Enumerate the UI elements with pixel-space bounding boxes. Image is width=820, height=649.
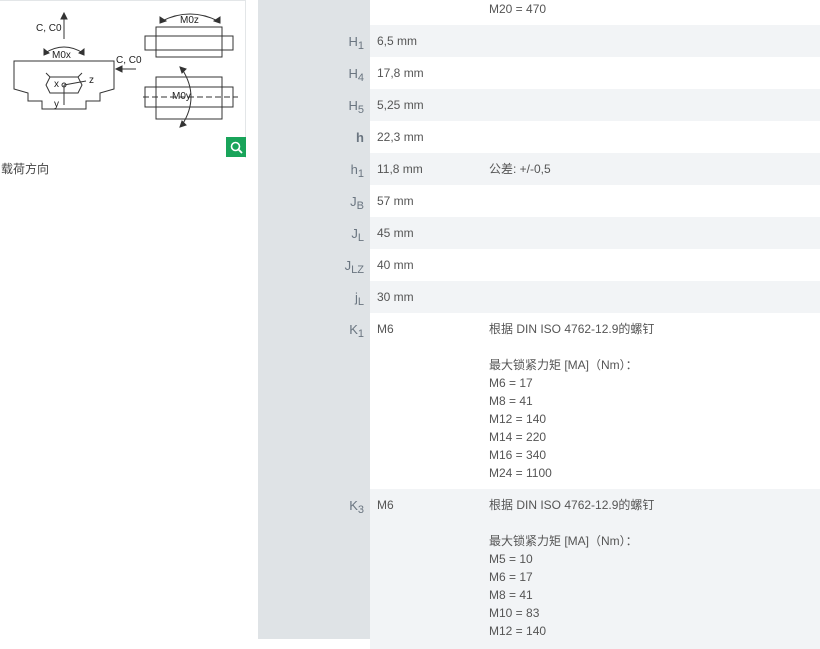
remark-line: 公差: +/-0,5: [489, 162, 551, 176]
parameter-symbol-main: K: [349, 498, 358, 513]
parameter-value: 22,3 mm: [377, 130, 424, 144]
table-row: JLZ 40 mm: [258, 249, 820, 281]
table-row: K3 M6 根据 DIN ISO 4762-12.9的螺钉 最大锁紧力矩 [MA]（N…: [258, 489, 820, 649]
load-direction-diagram: C, C0 M0x C, C0 M0z M0y x z y: [0, 0, 246, 158]
remark-line: M16 = 340: [489, 448, 547, 462]
remark-line: [489, 338, 654, 356]
diagram-label-z: z: [89, 75, 94, 86]
diagram-label-y: y: [54, 99, 59, 110]
parameter-symbol: h1: [258, 162, 364, 180]
table-row: jL 30 mm: [258, 281, 820, 313]
parameter-symbol-subscript: 1: [357, 328, 364, 340]
parameter-remark: 公差: +/-0,5: [489, 160, 551, 178]
parameter-symbol: JLZ: [258, 258, 364, 276]
remark-line: M10 = 83: [489, 606, 540, 620]
parameter-symbol-main: H: [348, 34, 358, 49]
diagram-caption: 载荷方向: [1, 162, 50, 176]
table-row: H1 6,5 mm: [258, 25, 820, 57]
diagram-label-m0y: M0y: [172, 91, 191, 102]
parameter-symbol-subscript: L: [357, 232, 364, 244]
parameter-value: 40 mm: [377, 258, 414, 272]
remark-line: M12 = 140: [489, 412, 547, 426]
remark-line: M8 = 41: [489, 394, 533, 408]
parameter-symbol: H5: [258, 98, 364, 116]
parameter-symbol-main: J: [351, 226, 358, 241]
load-diagram-drawing: C, C0 M0x C, C0 M0z M0y x z y: [13, 11, 238, 128]
image-panel: C, C0 M0x C, C0 M0z M0y x z y 载荷方向: [0, 0, 258, 639]
parameter-symbol-subscript: 3: [357, 504, 364, 516]
diagram-label-m0x: M0x: [52, 50, 71, 61]
remark-line: M20 = 470: [489, 2, 547, 16]
parameter-symbol: K3: [258, 498, 364, 516]
parameter-value: M6: [377, 498, 394, 512]
parameter-value: 11,8 mm: [377, 162, 423, 176]
zoom-button[interactable]: [226, 137, 246, 157]
table-row: JL 45 mm: [258, 217, 820, 249]
table-row: H5 5,25 mm: [258, 89, 820, 121]
parameter-symbol-subscript: 1: [357, 168, 364, 180]
parameter-symbol-main: J: [350, 194, 357, 209]
parameter-value: 17,8 mm: [377, 66, 424, 80]
parameter-symbol: JB: [258, 194, 364, 212]
remark-line: M6 = 17: [489, 570, 533, 584]
table-row: H4 17,8 mm: [258, 57, 820, 89]
parameter-symbol-main: H: [348, 66, 358, 81]
parameter-symbol: h: [258, 130, 364, 145]
parameter-symbol: jL: [258, 290, 364, 308]
remark-line: [489, 514, 654, 532]
remark-line: M5 = 10: [489, 552, 533, 566]
diagram-label-c-c0-top: C, C0: [36, 23, 62, 34]
parameter-symbol: H4: [258, 66, 364, 84]
parameter-value: 6,5 mm: [377, 34, 418, 48]
remark-line: M24 = 1100: [489, 466, 552, 480]
remark-line: 根据 DIN ISO 4762-12.9的螺钉: [489, 322, 655, 336]
diagram-label-c-c0-side: C, C0: [116, 55, 142, 66]
parameter-symbol-subscript: B: [356, 200, 364, 212]
parameter-remark: 根据 DIN ISO 4762-12.9的螺钉 最大锁紧力矩 [MA]（Nm）： M…: [489, 496, 654, 640]
parameter-symbol-subscript: LZ: [351, 264, 364, 276]
parameter-symbol-subscript: 5: [357, 104, 364, 116]
parameter-value: 45 mm: [377, 226, 414, 240]
parameter-remark: 根据 DIN ISO 4762-12.9的螺钉 最大锁紧力矩 [MA]（Nm）： M…: [489, 320, 654, 482]
parameter-symbol: H1: [258, 34, 364, 52]
parameter-symbol-subscript: 1: [357, 40, 364, 52]
parameter-value: 30 mm: [377, 290, 414, 304]
remark-line: M12 = 140: [489, 624, 547, 638]
table-row: M20 = 470: [258, 0, 820, 25]
parameter-symbol: K1: [258, 322, 364, 340]
parameter-symbol-subscript: 4: [357, 72, 364, 84]
remark-line: 根据 DIN ISO 4762-12.9的螺钉: [489, 498, 655, 512]
parameter-remark: M20 = 470: [489, 0, 546, 18]
parameter-value: 5,25 mm: [377, 98, 424, 112]
parameter-symbol-main: h: [356, 130, 364, 145]
remark-line: 最大锁紧力矩 [MA]（Nm）：: [489, 534, 638, 548]
diagram-label-m0z: M0z: [180, 15, 199, 26]
parameter-symbol: JL: [258, 226, 364, 244]
magnifier-icon: [230, 141, 243, 154]
parameter-value: M6: [377, 322, 394, 336]
remark-line: 最大锁紧力矩 [MA]（Nm）：: [489, 358, 638, 372]
table-row: K1 M6 根据 DIN ISO 4762-12.9的螺钉 最大锁紧力矩 [MA]（N…: [258, 313, 820, 489]
table-row: JB 57 mm: [258, 185, 820, 217]
table-row: h1 11,8 mm 公差: +/-0,5: [258, 153, 820, 185]
parameter-symbol-main: H: [348, 98, 358, 113]
table-row: h 22,3 mm: [258, 121, 820, 153]
parameter-symbol-subscript: L: [357, 296, 364, 308]
parameter-symbol-main: h: [350, 162, 358, 177]
remark-line: M14 = 220: [489, 430, 547, 444]
remark-line: M6 = 17: [489, 376, 533, 390]
parameter-value: 57 mm: [377, 194, 414, 208]
diagram-label-x: x: [54, 79, 59, 90]
parameter-symbol-main: K: [349, 322, 358, 337]
remark-line: M8 = 41: [489, 588, 533, 602]
